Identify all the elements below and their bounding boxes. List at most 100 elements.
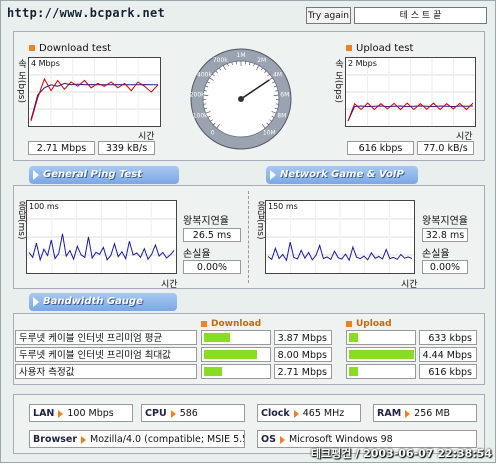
cpu-label: CPU	[145, 408, 167, 419]
lan-info: LAN 100 Mbps	[29, 404, 133, 422]
bw-download-bar-fill	[204, 367, 222, 376]
ram-label: RAM	[377, 408, 402, 419]
download-kbs: 339 kB/s	[98, 141, 155, 155]
os-label: OS	[261, 434, 276, 445]
bullet-icon	[346, 45, 352, 51]
site-url: http://www.bcpark.net	[7, 6, 166, 20]
gauge-tick-label: 1M	[237, 52, 246, 59]
ping-test-header-text: General Ping Test	[43, 169, 143, 180]
ping-graph: 100 ms	[26, 200, 177, 274]
bw-download-value: 2.71 Mbps	[274, 364, 332, 379]
upload-kbs: 77.0 kB/s	[417, 141, 474, 155]
ping-rtt-label: 왕복지연율	[183, 216, 229, 227]
footer-timestamp: 테크평건 / 2003-06-07 22:38:54	[310, 447, 492, 460]
clock-info: Clock 465 MHz	[257, 404, 361, 422]
download-ylabel: 속 도(bps)	[16, 59, 26, 103]
bw-upload-bar	[346, 347, 416, 362]
bw-row-label: 사용자 측정값	[15, 364, 197, 379]
ram-info: RAM 256 MB	[373, 404, 477, 422]
gauge-tick-label: 0	[211, 130, 215, 137]
arrow-icon	[279, 435, 285, 444]
upload-title-text: Upload test	[356, 43, 414, 54]
arrow-icon	[81, 435, 87, 444]
bullet-icon	[29, 45, 35, 51]
game-graph: 150 ms	[265, 200, 415, 274]
gauge-tick-label: 400k	[197, 71, 212, 78]
bw-download-value: 3.87 Mbps	[274, 330, 332, 345]
bw-download-label-text: Download	[211, 319, 262, 329]
cpu-info: CPU 586	[141, 404, 245, 422]
game-xlabel: 시간	[401, 280, 418, 290]
gauge-hub	[238, 96, 244, 102]
game-test-header: Network Game & VoIP Test	[266, 166, 418, 198]
bandwidth-header-text: Bandwidth Gauge	[43, 296, 143, 307]
bw-upload-value: 4.44 Mbps	[419, 347, 477, 362]
game-loss-value: 0.00%	[422, 260, 468, 274]
os-value: Microsoft Windows 98	[288, 434, 393, 445]
clock-label: Clock	[261, 408, 290, 419]
arrow-icon	[293, 409, 299, 418]
test-status-field: 테 스 트 끝	[354, 7, 487, 24]
upload-ylabel: 속 도(bps)	[333, 59, 343, 103]
ping-rtt-value: 26.5 ms	[183, 228, 241, 242]
game-scale: 150 ms	[268, 202, 298, 211]
browser-info: Browser Mozilla/4.0 (compatible; MSIE 5.5	[29, 430, 245, 448]
arrow-icon	[405, 409, 411, 418]
gauge-tick-label: 6M	[280, 91, 289, 98]
gauge-tick-label: 700k	[213, 57, 228, 64]
bw-upload-bar	[346, 330, 416, 345]
gauge-tick-label: 200k	[190, 91, 205, 98]
ping-xlabel: 시간	[161, 280, 178, 290]
bw-download-bar-fill	[204, 350, 257, 359]
ping-loss-value: 0.00%	[183, 260, 241, 274]
bw-upload-label: Upload	[346, 319, 392, 329]
gauge-tick-label: 8M	[277, 113, 286, 120]
bw-download-label: Download	[201, 319, 261, 329]
speed-test-window: http://www.bcpark.net Try again 테 스 트 끝 …	[0, 0, 496, 463]
ping-divider	[248, 191, 249, 283]
game-rtt-label: 왕복지연율	[422, 216, 468, 227]
gauge-tick-label: 10M	[263, 130, 276, 137]
upload-kbps: 616 kbps	[347, 141, 414, 155]
game-chart	[266, 201, 414, 273]
browser-label: Browser	[33, 434, 78, 445]
arrow-icon	[58, 409, 64, 418]
ping-test-header: General Ping Test	[29, 166, 179, 184]
bw-upload-bar-fill	[349, 350, 414, 359]
bw-upload-label-text: Upload	[356, 319, 392, 329]
gauge-tick-label: 2M	[257, 57, 266, 64]
upload-chart	[346, 58, 475, 126]
upload-scale: 2 Mbps	[348, 59, 377, 68]
bw-upload-value: 633 kbps	[419, 330, 477, 345]
bw-row-label: 두루넷 케이블 인터넷 프리미엄 평균	[15, 330, 197, 345]
ping-loss-label: 손실율	[183, 249, 211, 260]
arrow-icon	[33, 170, 39, 180]
clock-value: 465 MHz	[302, 408, 345, 419]
cpu-value: 586	[179, 408, 198, 419]
bw-download-bar	[201, 347, 271, 362]
lan-value: 100 Mbps	[67, 408, 114, 419]
lan-label: LAN	[33, 408, 55, 419]
bw-upload-bar	[346, 364, 416, 379]
arrow-icon	[270, 170, 276, 180]
upload-graph: 2 Mbps	[345, 57, 476, 127]
gauge-dial: 0 100k 200k 400k700k 1M 2M 4M 6M 8M 10M	[190, 48, 292, 150]
download-title-text: Download test	[39, 43, 112, 54]
bw-download-bar	[201, 330, 271, 345]
ping-chart	[27, 201, 176, 273]
download-mbps: 2.71 Mbps	[28, 141, 95, 155]
try-again-button[interactable]: Try again	[306, 7, 351, 24]
ram-value: 256 MB	[414, 408, 451, 419]
speed-gauge: 0 100k 200k 400k 700k 1M 2M 4M 6M 8M 10M	[189, 31, 294, 159]
download-graph: 4 Mbps	[28, 57, 161, 127]
download-title: Download test	[29, 43, 111, 54]
browser-value: Mozilla/4.0 (compatible; MSIE 5.5	[90, 434, 245, 445]
bw-upload-value: 616 kbps	[419, 364, 477, 379]
gauge-tick-label: 4M	[273, 71, 282, 78]
bw-upload-bar-fill	[349, 333, 358, 342]
download-chart	[29, 58, 160, 126]
game-loss-label: 손실율	[422, 249, 450, 260]
arrow-icon	[33, 297, 39, 307]
bullet-icon	[201, 320, 207, 327]
bw-download-bar	[201, 364, 271, 379]
